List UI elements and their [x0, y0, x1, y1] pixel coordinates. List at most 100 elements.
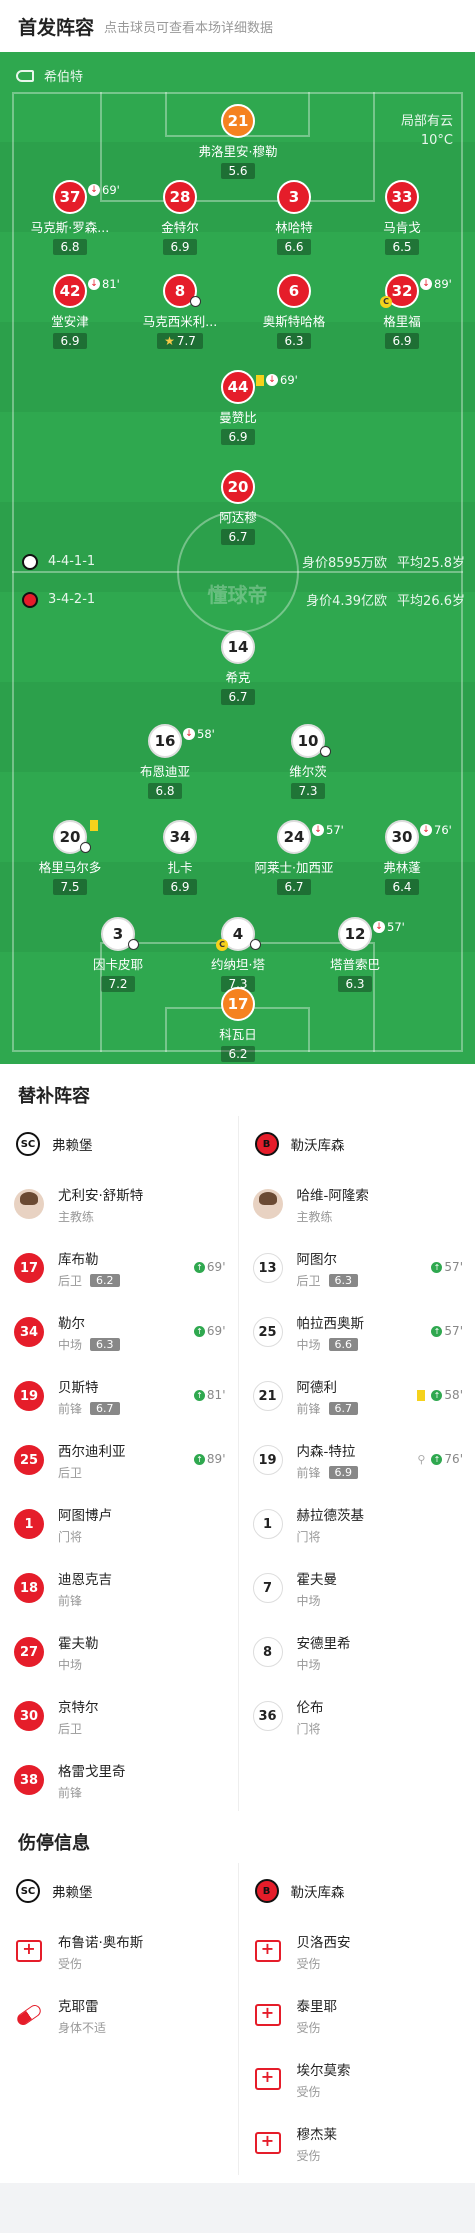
home-coach[interactable]: 尤利安·舒斯特 主教练	[0, 1172, 238, 1236]
player-rating: 6.8	[148, 783, 182, 799]
sub-player-row[interactable]: 18 迪恩克吉 前锋	[0, 1556, 238, 1620]
away-player[interactable]: 20 格里马尔多 7.5	[10, 820, 130, 895]
sub-position: 门将	[58, 1529, 83, 1544]
sub-position: 中场	[296, 1593, 321, 1608]
injury-title: 伤停信息	[18, 1833, 90, 1854]
sub-on-icon: ↑	[431, 1261, 443, 1273]
home-player[interactable]: 20 阿达穆 6.7	[178, 470, 298, 545]
sub-player-row[interactable]: 17 库布勒 后卫 6.2 ↑ 69'	[0, 1236, 238, 1300]
sub-position: 门将	[296, 1529, 321, 1544]
injured-player-name: 贝洛西安	[296, 1934, 351, 1951]
sub-on-time: ↑ 89'	[193, 1452, 226, 1466]
away-player[interactable]: 16 ↓ 58' 布恩迪亚 6.8	[105, 724, 225, 799]
injury-row[interactable]: 布鲁诺·奥布斯受伤	[0, 1919, 238, 1983]
away-player[interactable]: 34 扎卡 6.9	[120, 820, 240, 895]
sub-number: 19	[14, 1381, 44, 1411]
home-player[interactable]: 28 金特尔 6.9	[120, 180, 240, 255]
sub-off-event: ↓ 57'	[312, 823, 344, 837]
sub-position: 中场	[58, 1337, 83, 1352]
sub-player-row[interactable]: 19 贝斯特 前锋 6.7 ↑ 81'	[0, 1364, 238, 1428]
sub-player-row[interactable]: 21 阿德利 前锋 6.7 ↑ 58'	[239, 1364, 475, 1428]
player-name: 奥斯特哈格	[262, 314, 326, 329]
sub-player-row[interactable]: 25 帕拉西奥斯 中场 6.6 ↑ 57'	[239, 1300, 475, 1364]
sub-player-row[interactable]: 38 格雷戈里奇 前锋	[0, 1748, 238, 1812]
home-player[interactable]: 44 ↓ 69' 曼赞比 6.9	[178, 370, 298, 445]
injury-row[interactable]: 穆杰莱受伤	[239, 2111, 475, 2175]
away-player[interactable]: 4 C 约纳坦·塔 7.3	[178, 917, 298, 992]
medical-kit-icon	[254, 2131, 281, 2154]
sub-number: 13	[252, 1253, 283, 1283]
lineup-page: 首发阵容 点击球员可查看本场详细数据 希伯特 局部有云 10°C 懂球帝 4-4…	[0, 0, 475, 2233]
home-player[interactable]: 33 马肯戈 6.5	[342, 180, 462, 255]
player-number: 21	[221, 104, 255, 138]
away-player[interactable]: 12 ↓ 57' 塔普索巴 6.3	[295, 917, 415, 992]
player-rating: 6.9	[385, 333, 419, 349]
player-name: 维尔茨	[289, 764, 327, 779]
sub-number: 25	[14, 1445, 44, 1475]
sub-player-row[interactable]: 34 勒尔 中场 6.3 ↑ 69'	[0, 1300, 238, 1364]
away-player-gk[interactable]: 17 科瓦日 6.2	[178, 987, 298, 1062]
player-number: 17	[221, 987, 255, 1021]
injury-row[interactable]: 埃尔莫索受伤	[239, 2047, 475, 2111]
home-subs-column: SC 弗赖堡 尤利安·舒斯特 主教练 17 库布勒 后卫 6.2 ↑ 69' 34 勒尔…	[0, 1116, 238, 1812]
sub-position: 前锋	[58, 1785, 83, 1800]
sub-player-row[interactable]: 27 霍夫勒 中场	[0, 1620, 238, 1684]
player-number: 34	[163, 820, 197, 854]
sub-player-row[interactable]: 19 内森-特拉 前锋 6.9 ⚲ ↑ 76'	[239, 1428, 475, 1492]
away-team-name: 勒沃库森	[290, 1885, 345, 1901]
lineup-title: 首发阵容	[18, 16, 95, 39]
sub-on-time: ↑ 69'	[193, 1324, 226, 1338]
away-player[interactable]: 14 希克 6.7	[178, 630, 298, 705]
sub-player-row[interactable]: 30 京特尔 后卫	[0, 1684, 238, 1748]
injury-row[interactable]: 贝洛西安受伤	[239, 1919, 475, 1983]
away-player[interactable]: 24 ↓ 57' 阿莱士·加西亚 6.7	[234, 820, 354, 895]
subs-section: 替补阵容 SC 弗赖堡 尤利安·舒斯特 主教练 17 库布勒 后卫 6.2 ↑ 69' …	[0, 1064, 475, 1812]
away-coach[interactable]: 哈维-阿隆索 主教练	[239, 1172, 475, 1236]
injury-status: 受伤	[296, 1956, 321, 1971]
sub-name: 迪恩克吉	[58, 1571, 112, 1588]
sub-on-icon: ↑	[193, 1325, 205, 1337]
player-rating: 6.7	[221, 689, 255, 705]
home-player-gk[interactable]: 21 弗洛里安·穆勒 5.6	[178, 104, 298, 179]
injury-row[interactable]: 克耶雷 身体不适	[0, 1983, 238, 2047]
home-player[interactable]: 32 C ↓ 89' 格里福 6.9	[342, 274, 462, 349]
injury-row[interactable]: 泰里耶受伤	[239, 1983, 475, 2047]
home-player[interactable]: 42 ↓ 81' 堂安津 6.9	[10, 274, 130, 349]
player-number: 44	[221, 370, 255, 404]
away-player[interactable]: 30 ↓ 76' 弗林蓬 6.4	[342, 820, 462, 895]
sub-off-event: ↓ 81'	[88, 277, 120, 291]
sub-name: 帕拉西奥斯	[296, 1315, 365, 1332]
sub-number: 25	[252, 1317, 283, 1347]
subs-title: 替补阵容	[18, 1086, 90, 1107]
away-player[interactable]: 3 因卡皮耶 7.2	[58, 917, 178, 992]
home-player[interactable]: 37 ↓ 69' 马克斯·罗森... 6.8	[10, 180, 130, 255]
home-player[interactable]: 8 马克西米利... 7.7	[120, 274, 240, 349]
sub-player-row[interactable]: 13 阿图尔 后卫 6.3 ↑ 57'	[239, 1236, 475, 1300]
sub-number: 19	[252, 1445, 283, 1475]
sub-player-row[interactable]: 7 霍夫曼 中场	[239, 1556, 475, 1620]
sub-name: 阿德利	[296, 1379, 338, 1396]
sub-on-time: ↑ 57'	[431, 1324, 463, 1338]
sub-off-event: ↓ 89'	[420, 277, 452, 291]
home-player[interactable]: 3 林哈特 6.6	[234, 180, 354, 255]
away-formation: 3-4-2-1	[48, 592, 96, 607]
injury-status: 受伤	[296, 2020, 321, 2035]
home-player[interactable]: 6 奥斯特哈格 6.3	[234, 274, 354, 349]
sub-player-row[interactable]: 8 安德里希 中场	[239, 1620, 475, 1684]
sub-rating: 6.7	[90, 1401, 120, 1415]
player-name: 约纳坦·塔	[211, 957, 265, 972]
home-injury-column: SC 弗赖堡 布鲁诺·奥布斯受伤 克耶雷身体不适	[0, 1863, 238, 2175]
player-name: 因卡皮耶	[92, 957, 143, 972]
sub-on-icon: ↑	[431, 1389, 443, 1401]
player-name: 布恩迪亚	[139, 764, 190, 779]
player-rating: 5.6	[221, 163, 255, 179]
sub-off-event: ↓ 58'	[183, 727, 215, 741]
away-player[interactable]: 10 维尔茨 7.3	[248, 724, 368, 799]
sub-name: 西尔迪利亚	[58, 1443, 126, 1460]
sub-player-row[interactable]: 36 伦布 门将	[239, 1684, 475, 1748]
sub-player-row[interactable]: 25 西尔迪利亚 后卫 ↑ 89'	[0, 1428, 238, 1492]
sub-number: 38	[14, 1765, 44, 1795]
sub-player-row[interactable]: 1 阿图博卢 门将	[0, 1492, 238, 1556]
sub-number: 17	[14, 1253, 44, 1283]
sub-player-row[interactable]: 1 赫拉德茨基 门将	[239, 1492, 475, 1556]
